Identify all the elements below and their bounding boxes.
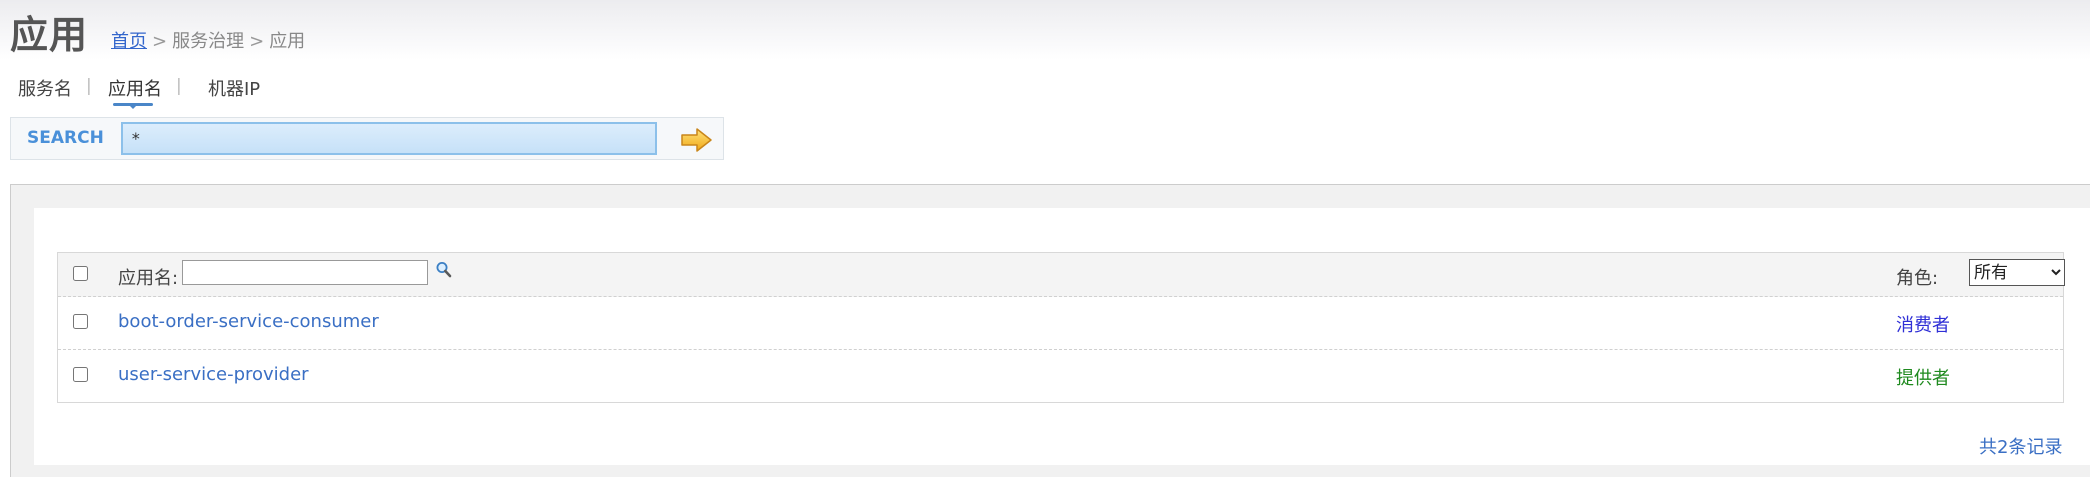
arrow-right-icon[interactable] — [680, 126, 714, 154]
application-table: 应用名: 角色: 所有 boot-order-service-consumer … — [57, 252, 2065, 403]
page-header: 应用 首页 > 服务治理 > 应用 — [0, 0, 2090, 60]
app-name-filter-input[interactable] — [182, 260, 428, 285]
magnifier-icon[interactable] — [434, 260, 454, 280]
app-name-link[interactable]: boot-order-service-consumer — [118, 311, 379, 332]
content-area: 应用名: 角色: 所有 boot-order-service-consumer … — [34, 208, 2090, 465]
role-filter-select[interactable]: 所有 — [1969, 259, 2065, 286]
table-row: user-service-provider 提供者 — [58, 350, 2063, 402]
search-input[interactable] — [121, 122, 657, 155]
breadcrumb-separator: > — [249, 31, 265, 52]
table-header: 应用名: 角色: 所有 — [58, 253, 2065, 297]
app-name-filter-label: 应用名: — [118, 268, 179, 289]
table-row: boot-order-service-consumer 消费者 — [58, 297, 2063, 350]
search-label: SEARCH — [27, 128, 104, 148]
tab-application-name[interactable]: 应用名 — [108, 75, 162, 101]
app-name-link[interactable]: user-service-provider — [118, 364, 309, 385]
breadcrumb-home-link[interactable]: 首页 — [111, 31, 147, 52]
breadcrumb: 首页 > 服务治理 > 应用 — [111, 27, 305, 53]
breadcrumb-separator: > — [152, 31, 168, 52]
tab-machine-ip[interactable]: 机器IP — [208, 75, 260, 101]
role-filter-label: 角色: — [1896, 268, 1939, 289]
breadcrumb-current: 应用 — [269, 31, 306, 52]
record-count: 共2条记录 — [1979, 437, 2063, 458]
page-title: 应用 — [10, 13, 89, 57]
tab-divider: | — [86, 76, 92, 96]
role-badge: 提供者 — [1896, 368, 1950, 389]
tab-service-name[interactable]: 服务名 — [18, 75, 72, 101]
role-badge: 消费者 — [1896, 315, 1950, 336]
content-panel: 应用名: 角色: 所有 boot-order-service-consumer … — [10, 184, 2090, 477]
breadcrumb-section: 服务治理 — [172, 31, 245, 52]
select-all-checkbox[interactable] — [73, 266, 88, 281]
row-checkbox[interactable] — [73, 367, 88, 382]
search-bar: SEARCH — [10, 117, 724, 160]
tab-divider: | — [176, 76, 182, 96]
row-checkbox[interactable] — [73, 314, 88, 329]
active-tab-indicator — [113, 103, 153, 109]
